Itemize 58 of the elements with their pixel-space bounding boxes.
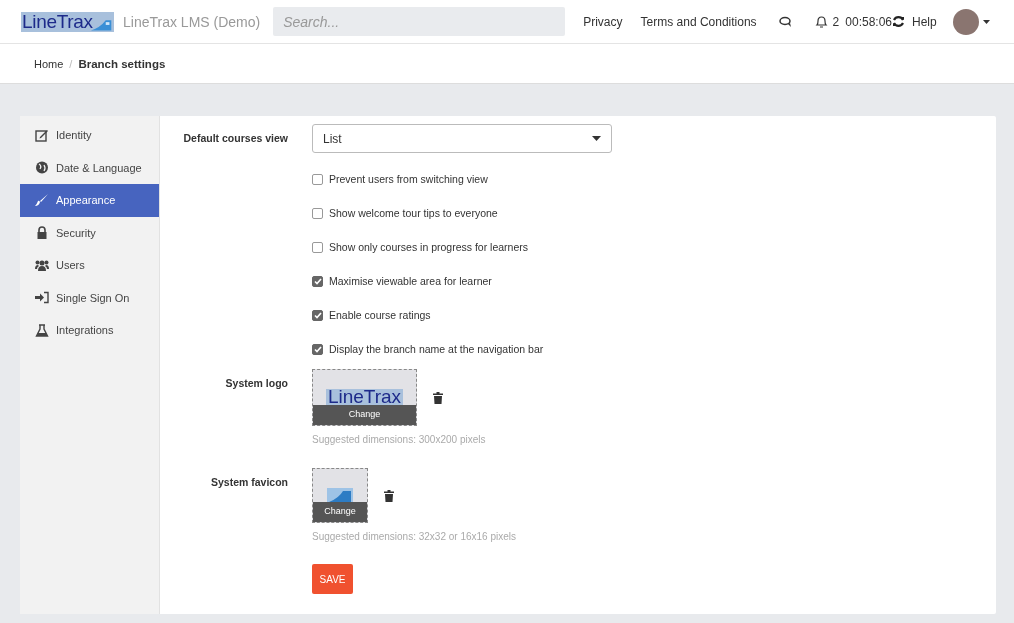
globe-icon [35, 161, 49, 175]
checkbox[interactable] [312, 241, 323, 253]
change-button[interactable]: Change [313, 405, 416, 425]
lock-icon [35, 226, 49, 240]
checkbox-label: Prevent users from switching view [329, 173, 488, 185]
header-link[interactable]: Terms and Conditions [640, 14, 757, 29]
sidebar-item[interactable]: Date & Language [20, 151, 159, 184]
image-upload[interactable]: Change [312, 468, 368, 523]
checkbox[interactable] [312, 173, 323, 185]
caret-icon [592, 136, 601, 141]
change-button[interactable]: Change [313, 502, 367, 522]
checkbox[interactable] [312, 275, 323, 287]
breadcrumb-current: Branch settings [78, 57, 166, 70]
field-label: System logo [224, 376, 288, 391]
image-upload[interactable]: LineTrax Change [312, 369, 417, 426]
checkbox[interactable] [312, 207, 323, 219]
field-label: System favicon [209, 475, 288, 490]
session-timer: 00:58:06 [845, 14, 892, 29]
trash-icon[interactable] [433, 391, 443, 404]
checkbox-label: Display the branch name at the navigation bar [329, 343, 544, 355]
sidebar-item[interactable]: Integrations [20, 314, 159, 347]
checkbox-label: Show welcome tour tips to everyone [329, 207, 498, 219]
chat-icon[interactable] [778, 15, 793, 28]
flask-icon [35, 323, 49, 337]
logo[interactable]: LineTrax [21, 11, 114, 32]
hint-text: Suggested dimensions: 300x200 pixels [312, 434, 486, 445]
checkbox[interactable] [312, 343, 323, 355]
checkbox-label: Maximise viewable area for learner [329, 275, 492, 287]
refresh-icon[interactable] [892, 15, 905, 28]
save-button[interactable]: SAVE [312, 564, 353, 594]
sign-in-icon [35, 291, 49, 305]
breadcrumb-separator: / [69, 57, 73, 70]
breadcrumb-link[interactable]: Home [34, 57, 64, 70]
favicon-preview-icon [327, 488, 353, 502]
field-label: Default courses view [182, 131, 288, 146]
checkbox-label: Show only courses in progress for learners [329, 241, 528, 253]
bell-icon[interactable] [814, 14, 828, 29]
checkbox-label: Enable course ratings [329, 309, 431, 321]
users-icon [35, 258, 49, 272]
checkbox[interactable] [312, 309, 323, 321]
help-link[interactable]: Help [912, 14, 937, 29]
sidebar-item[interactable]: Security [20, 216, 159, 249]
avatar[interactable] [952, 8, 979, 35]
sidebar-item[interactable]: Appearance [20, 184, 159, 217]
search-field[interactable]: Search... [273, 7, 566, 36]
logo-preview-text: LineTrax [325, 389, 404, 405]
notification-count: 2 [832, 14, 840, 29]
header-link[interactable]: Privacy [583, 14, 623, 29]
caret-icon[interactable] [982, 19, 990, 24]
view-select[interactable]: List [312, 124, 612, 153]
trash-icon[interactable] [384, 489, 394, 502]
sidebar-item[interactable]: Users [20, 249, 159, 282]
sidebar-item[interactable]: Identity [20, 119, 159, 152]
brush-icon [35, 193, 49, 207]
edit-icon [35, 128, 49, 142]
hint-text: Suggested dimensions: 32x32 or 16x16 pixels [312, 531, 517, 542]
sidebar-item[interactable]: Single Sign On [20, 281, 159, 314]
site-name: LineTrax LMS (Demo) [123, 13, 261, 30]
